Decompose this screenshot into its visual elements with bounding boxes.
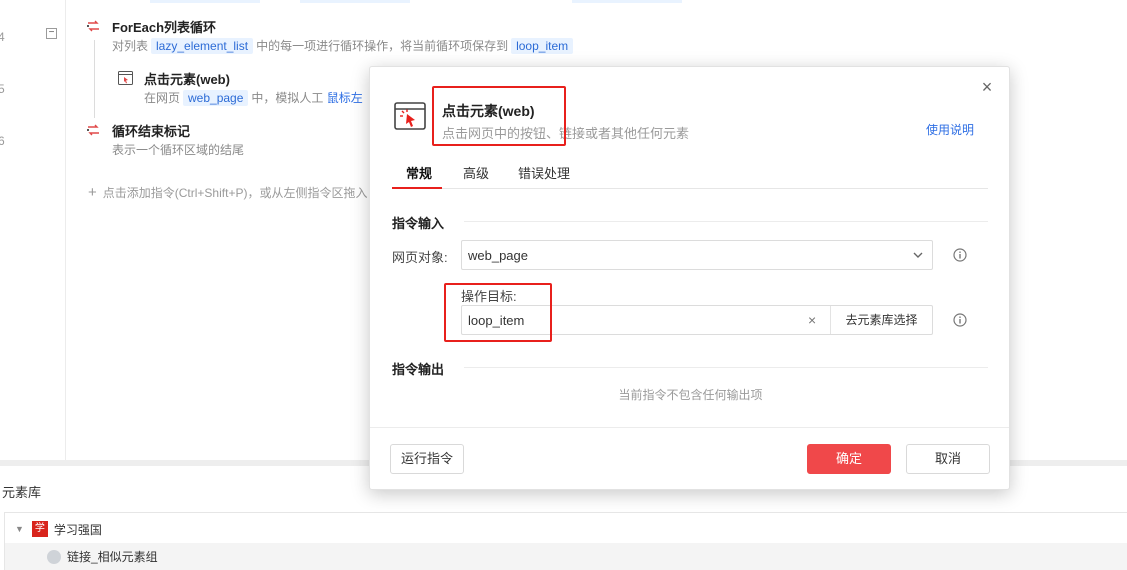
variable-tag: lazy_element_list: [151, 38, 254, 54]
info-icon[interactable]: [953, 248, 967, 262]
block-guide-line: [94, 40, 95, 118]
info-icon[interactable]: [953, 313, 967, 327]
line-number: 4: [0, 30, 5, 44]
dialog-title: 点击元素(web): [442, 103, 535, 119]
command-title: 点击元素(web): [144, 72, 230, 87]
tab-general[interactable]: 常规: [406, 163, 432, 182]
cancel-button[interactable]: 取消: [906, 444, 990, 474]
run-command-button[interactable]: 运行指令: [390, 444, 464, 474]
command-title: ForEach列表循环: [112, 20, 217, 35]
tree-item-root[interactable]: ▼ 学 学习强国: [15, 519, 102, 539]
element-group-icon: [47, 549, 61, 564]
site-logo-icon: 学: [31, 521, 48, 537]
web-object-label: 网页对象:: [392, 250, 448, 265]
confirm-button[interactable]: 确定: [807, 444, 891, 474]
command-desc: 对列表 lazy_element_list 中的每一项进行循环操作，将当前循环项保存…: [112, 37, 576, 54]
caret-down-icon[interactable]: ▼: [15, 524, 24, 534]
no-output-text: 当前指令不包含任何输出项: [618, 388, 763, 402]
loop-icon: [87, 124, 99, 136]
top-strip: [300, 0, 410, 3]
close-icon[interactable]: ×: [979, 78, 995, 96]
web-object-select[interactable]: web_page: [461, 240, 933, 270]
loop-icon: [87, 20, 99, 32]
select-value: web_page: [468, 248, 528, 263]
element-tree: ▼ 学 学习强国 链接_相似元素组: [4, 512, 1127, 570]
section-input-title: 指令输入: [392, 216, 445, 231]
click-element-icon: [394, 102, 426, 130]
target-input[interactable]: loop_item × 去元素库选择: [461, 305, 933, 335]
chevron-down-icon: [913, 252, 923, 258]
tab-advanced[interactable]: 高级: [463, 163, 489, 182]
variable-tag: loop_item: [511, 38, 574, 54]
variable-tag: web_page: [183, 90, 249, 106]
add-command-hint[interactable]: + 点击添加指令(Ctrl+Shift+P)，或从左侧指令区拖入: [88, 184, 367, 201]
section-output-title: 指令输出: [392, 362, 445, 377]
footer-divider: [370, 427, 1009, 428]
plus-icon: +: [88, 184, 97, 201]
top-strip: [572, 0, 682, 3]
command-desc: 在网页 web_page 中，模拟人工 鼠标左: [144, 90, 363, 106]
tree-item-label: 学习强国: [53, 522, 102, 537]
line-gutter: 4 5 6 −: [0, 0, 66, 460]
tab-error-handling[interactable]: 错误处理: [518, 163, 570, 182]
target-label: 操作目标:: [461, 289, 517, 304]
top-strip: [150, 0, 260, 3]
tree-item-child[interactable]: 链接_相似元素组: [5, 543, 1127, 570]
line-number: 6: [0, 134, 5, 148]
command-desc: 表示一个循环区域的结尾: [112, 143, 245, 157]
click-element-icon: [118, 71, 133, 85]
pick-from-library-button[interactable]: 去元素库选择: [830, 306, 932, 334]
active-tab-indicator: [392, 187, 442, 189]
input-value: loop_item: [468, 313, 525, 328]
help-link[interactable]: 使用说明: [926, 121, 974, 138]
dialog-subtitle: 点击网页中的按钮、链接或者其他任何元素: [442, 126, 690, 141]
line-number: 5: [0, 82, 5, 96]
tab-bar: 常规 高级 错误处理: [392, 161, 988, 189]
section-divider: [464, 221, 988, 222]
clear-icon[interactable]: ×: [808, 312, 816, 328]
tree-item-label: 链接_相似元素组: [67, 550, 158, 564]
command-link[interactable]: 鼠标左: [327, 91, 363, 105]
click-element-dialog: × 点击元素(web) 点击网页中的按钮、链接或者其他任何元素 使用说明 常规 …: [369, 66, 1010, 490]
panel-title: 元素库: [2, 485, 42, 500]
collapse-toggle[interactable]: −: [46, 28, 57, 39]
command-title: 循环结束标记: [112, 124, 191, 139]
section-divider: [464, 367, 988, 368]
